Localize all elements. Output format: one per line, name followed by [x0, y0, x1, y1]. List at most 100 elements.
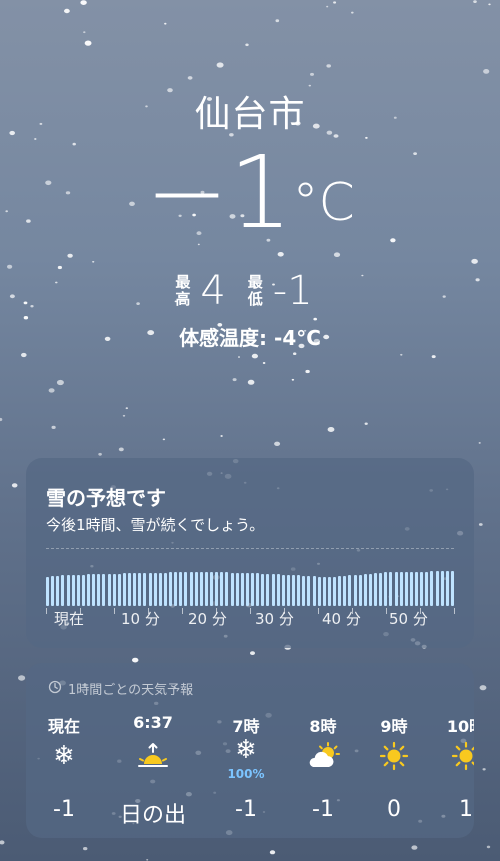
precip-bar: [102, 573, 106, 606]
snowflake: [48, 388, 55, 393]
snowflake: [245, 43, 249, 47]
time-label-20: 20 分: [188, 610, 227, 628]
snowflake: [333, 1, 337, 4]
snowflake: [431, 355, 436, 359]
precip-bar: [71, 574, 75, 606]
precip-bar: [363, 574, 367, 606]
precip-title: 雪の予想です: [46, 486, 166, 510]
snowflake: [220, 435, 223, 437]
city-name: 仙台市: [194, 94, 306, 135]
snowflake: [232, 378, 237, 382]
precip-bar: [389, 572, 393, 606]
precip-bar: [409, 571, 413, 606]
snowflake: [327, 427, 335, 432]
sun-icon: [431, 735, 474, 777]
precip-bar: [266, 573, 270, 606]
snowflake: [84, 40, 92, 46]
snowflake: [162, 438, 166, 441]
precip-bar: [312, 576, 316, 606]
snowflake: [83, 31, 86, 34]
precip-bar: [415, 571, 418, 606]
hour-temp: 0: [387, 797, 401, 822]
low-label: 最 低: [247, 273, 263, 308]
hour-column-sunrise: 6:37 日の出: [118, 713, 188, 829]
precip-bar: [450, 571, 454, 606]
precip-bar: [327, 576, 331, 606]
hour-time: 現在: [47, 717, 80, 736]
precip-bar: [348, 575, 352, 606]
precip-bar: [271, 574, 275, 606]
snowflake: [313, 317, 318, 321]
partly-cloudy-icon: [288, 735, 358, 777]
snowflake: [250, 651, 255, 655]
snowflake: [216, 62, 224, 68]
precip-bar: [343, 575, 347, 606]
precip-bar: [169, 572, 172, 606]
hourly-header: 1時間ごとの天気予報: [48, 679, 193, 698]
snowflake: [333, 252, 341, 257]
precip-bar: [153, 572, 157, 606]
precipitation-card[interactable]: 雪の予想です 今後1時間、雪が続くでしょう。 現在 10 分 20 分 30 分…: [26, 458, 474, 648]
snowflake: [262, 362, 266, 364]
snowflake: [64, 8, 70, 14]
hourly-forecast-card[interactable]: 1時間ごとの天気予報 現在 ❄ -1 6:37 日の出 7時 ❄ 100% -1…: [26, 663, 474, 838]
precip-bar: [353, 574, 357, 606]
snowflake: [251, 353, 258, 359]
precip-bar: [297, 575, 301, 606]
hour-temp: -1: [312, 797, 334, 822]
precip-bar: [210, 572, 213, 606]
snowflake: [0, 840, 5, 845]
precip-bar: [374, 573, 377, 606]
sunrise-icon: [118, 735, 188, 777]
snowflake: [411, 845, 418, 850]
precip-bar: [379, 572, 383, 606]
precip-bar: [194, 572, 198, 606]
precip-bar: [76, 574, 80, 606]
precip-bar: [333, 576, 336, 606]
precip-bar: [122, 573, 126, 606]
precip-bar: [368, 573, 372, 606]
hour-temp: 日の出: [119, 803, 186, 828]
snowflake: [471, 258, 478, 264]
precip-bar: [445, 571, 449, 606]
snowflake: [92, 261, 95, 263]
precip-bar: [179, 572, 183, 606]
sun-icon: [359, 735, 429, 777]
precip-bar: [117, 573, 121, 606]
precip-bar: [404, 571, 408, 606]
hour-column-7: 7時 ❄ 100% -1: [211, 713, 281, 822]
precip-probability: 100%: [227, 767, 265, 781]
snowflake: [364, 422, 368, 425]
precip-bar: [66, 574, 70, 606]
hour-time: 10時: [446, 717, 474, 736]
snowflake: [479, 685, 487, 691]
time-label-50: 50 分: [389, 610, 428, 628]
hour-column-now: 現在 ❄ -1: [29, 713, 99, 822]
precip-bar: [189, 572, 193, 606]
precip-bar: [61, 575, 65, 606]
hour-column-9: 9時 0: [359, 713, 429, 822]
precip-bar: [240, 572, 244, 606]
snowflake: [473, 0, 477, 3]
snowflake: [310, 72, 314, 76]
precip-bar: [420, 571, 424, 606]
precip-bar: [302, 575, 306, 606]
snowflake: [482, 768, 486, 771]
precip-bar: [138, 573, 142, 606]
snowflake: [132, 657, 139, 663]
precip-bar: [97, 574, 101, 606]
location-header: 仙台市: [0, 85, 500, 137]
snowflake-icon: ❄: [53, 741, 75, 771]
snowflake: [83, 847, 88, 851]
snowflake: [326, 5, 329, 8]
precip-bar: [384, 572, 388, 606]
hour-time: 8時: [309, 717, 337, 736]
clock-icon: [48, 680, 62, 698]
precip-bar: [286, 574, 290, 606]
high-value: 4: [200, 268, 226, 314]
precip-bar: [184, 572, 188, 606]
snowflake: [486, 845, 491, 849]
time-label-40: 40 分: [322, 610, 361, 628]
snowflake: [478, 523, 483, 526]
snowflake: [326, 64, 332, 68]
